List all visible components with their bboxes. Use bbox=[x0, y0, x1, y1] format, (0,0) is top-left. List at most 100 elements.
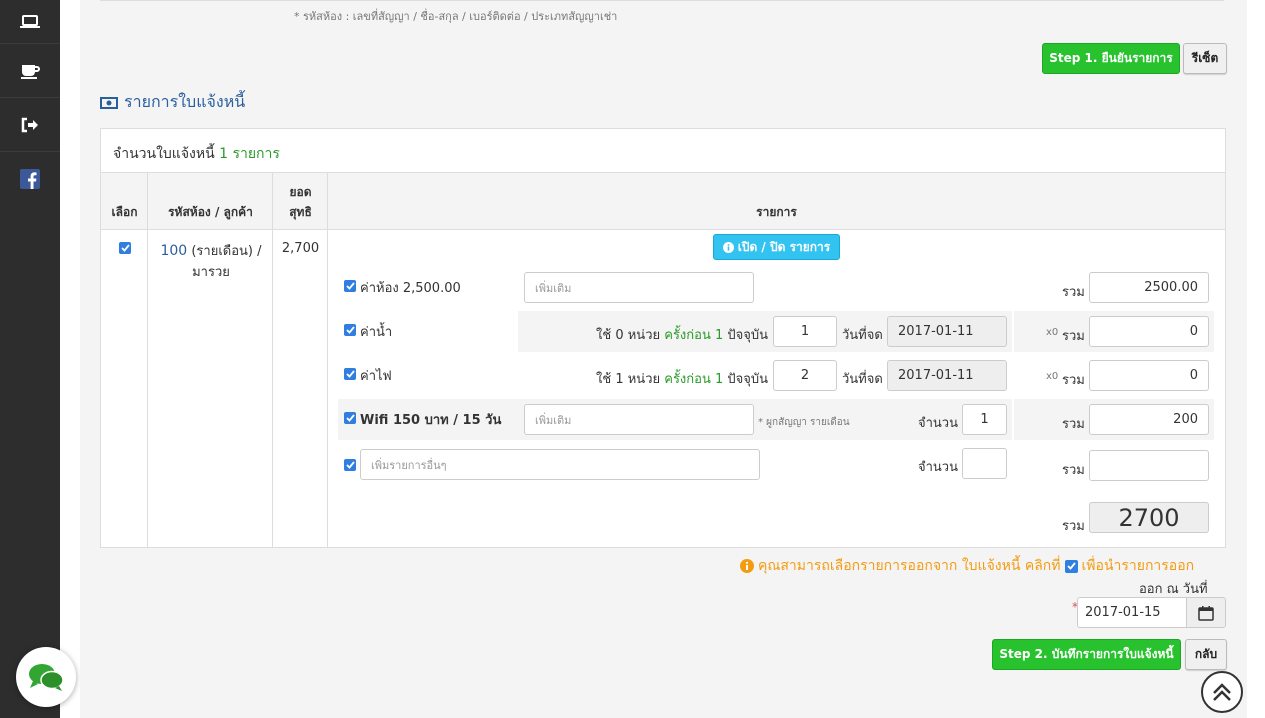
electric-checkbox[interactable] bbox=[344, 368, 356, 380]
sidebar-item-coffee[interactable] bbox=[0, 44, 60, 98]
wifi-qty-label: จำนวน bbox=[918, 416, 958, 431]
remove-notice: คุณสามารถเลือกรายการออกจาก ใบแจ้งหนี้ คล… bbox=[740, 555, 1194, 577]
water-label: ค่าน้ำ bbox=[360, 325, 393, 340]
electric-sum-label: รวม bbox=[1062, 373, 1085, 388]
calendar-icon bbox=[1198, 605, 1214, 621]
issue-date-input[interactable]: 2017-01-15 bbox=[1077, 597, 1187, 628]
room-type: (รายเดือน) / bbox=[191, 244, 262, 259]
col-divider bbox=[148, 173, 273, 547]
total-label: รวม bbox=[1062, 519, 1085, 534]
other-sum-input[interactable] bbox=[1089, 450, 1209, 481]
water-prev-label: ครั้งก่อน bbox=[664, 328, 711, 343]
electric-current-input[interactable]: 2 bbox=[773, 360, 837, 391]
coffee-icon bbox=[21, 64, 40, 79]
wifi-sum-label: รวม bbox=[1062, 417, 1085, 432]
other-qty-input[interactable] bbox=[962, 448, 1007, 479]
electric-unit-label: หน่วย bbox=[627, 372, 661, 387]
search-hint: * รหัสห้อง : เลขที่สัญญา / ชื่อ-สกุล / เ… bbox=[294, 10, 618, 23]
room-fee-extra-input[interactable]: เพิ่มเติม bbox=[524, 272, 754, 303]
electric-usage: ใช้ 1 หน่วย ครั้งก่อน 1 ปัจจุบัน bbox=[596, 368, 768, 389]
scroll-top-button[interactable] bbox=[1201, 671, 1243, 713]
net-amount: 2,700 bbox=[281, 241, 320, 256]
col-divider bbox=[101, 173, 148, 547]
notice-checkbox-icon bbox=[1064, 559, 1078, 573]
wifi-label: Wifi 150 บาท / 15 วัน bbox=[360, 409, 501, 430]
wifi-qty-input[interactable]: 1 bbox=[962, 404, 1007, 435]
info-icon bbox=[722, 241, 734, 253]
section-title: รายการใบแจ้งหนี้ bbox=[100, 90, 245, 115]
water-unit-label: หน่วย bbox=[627, 328, 661, 343]
electric-multiplier: x0 bbox=[1046, 371, 1059, 382]
count-label: จำนวนใบแจ้งหนี้ bbox=[113, 146, 215, 162]
other-item-input[interactable]: เพิ่มรายการอื่นๆ bbox=[360, 449, 760, 480]
room-fee-sum-label: รวม bbox=[1062, 285, 1085, 300]
water-sum-label: รวม bbox=[1062, 329, 1085, 344]
room-fee-sum-input[interactable]: 2500.00 bbox=[1089, 272, 1209, 303]
issue-date-label: ออก ณ วันที่ bbox=[1139, 582, 1208, 597]
sign-out-icon bbox=[21, 117, 38, 132]
facebook-icon bbox=[20, 169, 40, 189]
sidebar-item-sign-out[interactable] bbox=[0, 98, 60, 152]
check-icon bbox=[345, 370, 355, 378]
electric-use-units: 1 bbox=[615, 372, 624, 387]
water-current-input[interactable]: 1 bbox=[773, 316, 837, 347]
check-icon bbox=[345, 282, 355, 290]
back-button[interactable]: กลับ bbox=[1185, 639, 1227, 670]
room-code-link[interactable]: 100 bbox=[160, 243, 187, 259]
total-value: 2700 bbox=[1089, 502, 1209, 533]
water-current-label: ปัจจุบัน bbox=[727, 328, 769, 343]
electric-prev-label: ครั้งก่อน bbox=[664, 372, 711, 387]
invoice-count: จำนวนใบแจ้งหนี้ 1 รายการ bbox=[101, 129, 1225, 173]
divider bbox=[100, 0, 1224, 1]
calendar-button[interactable] bbox=[1186, 597, 1226, 628]
electric-current-label: ปัจจุบัน bbox=[727, 372, 769, 387]
chevron-up-icon bbox=[1213, 683, 1231, 701]
wifi-extra-input[interactable]: เพิ่มเติม bbox=[524, 404, 754, 435]
room-fee-checkbox[interactable] bbox=[344, 280, 356, 292]
other-checkbox[interactable] bbox=[344, 459, 356, 471]
section-title-text: รายการใบแจ้งหนี้ bbox=[124, 92, 246, 111]
sidebar-item-laptop[interactable] bbox=[0, 0, 60, 44]
reset-button[interactable]: รีเซ็ต bbox=[1183, 43, 1227, 74]
electric-use-prefix: ใช้ bbox=[596, 372, 612, 387]
room-customer-cell: 100 (รายเดือน) / มารวย bbox=[151, 241, 271, 283]
customer-name: มารวย bbox=[192, 265, 230, 280]
check-icon bbox=[345, 414, 355, 422]
water-sum-input[interactable]: 0 bbox=[1089, 316, 1209, 347]
water-use-prefix: ใช้ bbox=[596, 328, 612, 343]
water-date-label: วันที่จด bbox=[842, 328, 883, 343]
main-content: * รหัสห้อง : เลขที่สัญญา / ชื่อ-สกุล / เ… bbox=[80, 0, 1247, 718]
toggle-items-label: เปิด / ปิด รายการ bbox=[737, 239, 831, 254]
laptop-icon bbox=[20, 14, 40, 28]
water-date-input: 2017-01-11 bbox=[887, 316, 1007, 347]
wifi-checkbox[interactable] bbox=[344, 412, 356, 424]
wifi-label-text: Wifi 150 บาท / 15 วัน bbox=[360, 413, 502, 428]
water-multiplier: x0 bbox=[1046, 327, 1059, 338]
sidebar bbox=[0, 0, 60, 718]
check-icon bbox=[120, 244, 130, 252]
wifi-sum-input[interactable]: 200 bbox=[1089, 404, 1209, 435]
info-circle-icon bbox=[740, 559, 754, 573]
chat-button[interactable] bbox=[16, 647, 76, 707]
other-sum-label: รวม bbox=[1062, 463, 1085, 478]
step1-confirm-button[interactable]: Step 1. ยืนยันรายการ bbox=[1042, 43, 1180, 74]
toggle-items-button[interactable]: เปิด / ปิด รายการ bbox=[713, 234, 840, 260]
check-icon bbox=[345, 461, 355, 469]
col-divider bbox=[273, 173, 328, 547]
count-value: 1 รายการ bbox=[219, 146, 280, 162]
electric-label: ค่าไฟ bbox=[360, 369, 392, 384]
header-items: รายการ bbox=[756, 205, 797, 219]
electric-prev-value: 1 bbox=[714, 372, 724, 387]
water-prev-value: 1 bbox=[714, 328, 724, 343]
row-select-checkbox[interactable] bbox=[119, 242, 131, 254]
electric-date-input: 2017-01-11 bbox=[887, 360, 1007, 391]
step2-save-button[interactable]: Step 2. บันทึกรายการใบแจ้งหนี้ bbox=[992, 639, 1181, 670]
water-checkbox[interactable] bbox=[344, 324, 356, 336]
electric-sum-input[interactable]: 0 bbox=[1089, 360, 1209, 391]
water-use-units: 0 bbox=[615, 328, 624, 343]
notice-prefix: คุณสามารถเลือกรายการออกจาก ใบแจ้งหนี้ คล… bbox=[758, 558, 1061, 574]
sidebar-item-facebook[interactable] bbox=[0, 152, 60, 206]
check-icon bbox=[345, 326, 355, 334]
room-fee-label: ค่าห้อง 2,500.00 bbox=[360, 281, 461, 296]
wifi-note: * ผูกสัญญา รายเดือน bbox=[758, 417, 850, 428]
